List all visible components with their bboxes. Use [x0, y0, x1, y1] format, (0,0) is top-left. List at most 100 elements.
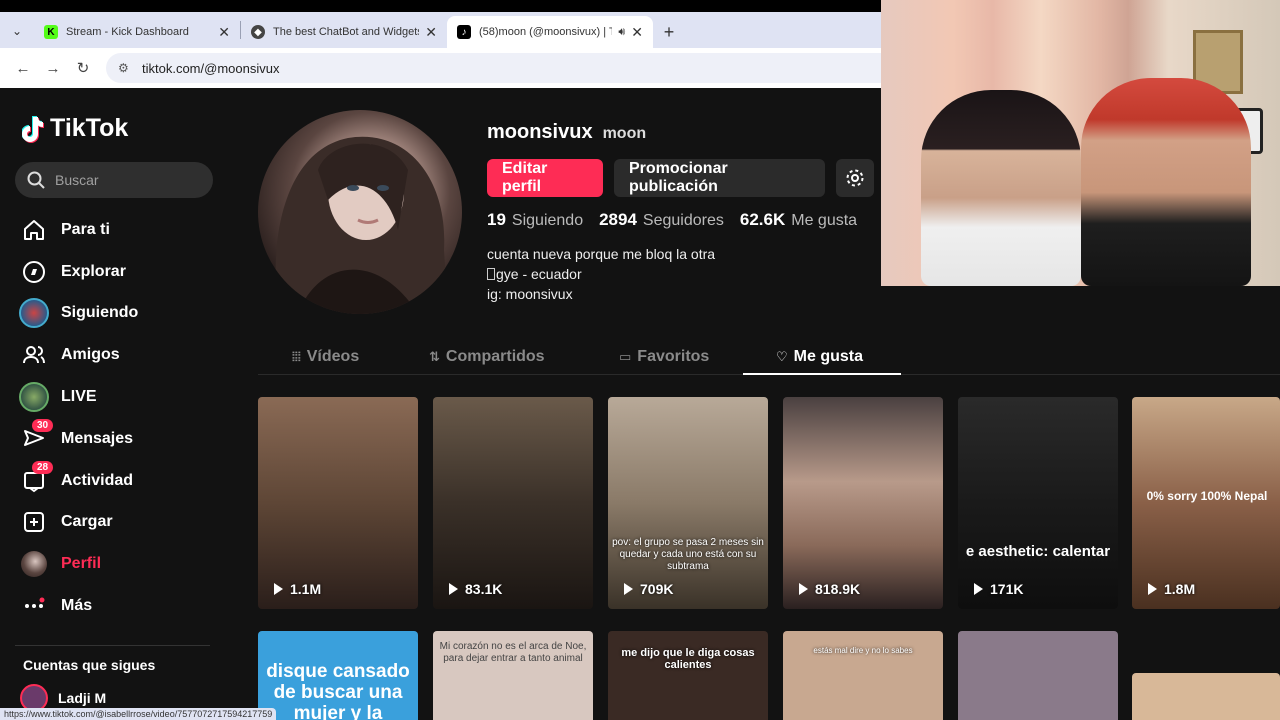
- sidebar: TikTok Para ti Explorar Siguiendo Amigos: [0, 88, 240, 720]
- back-icon[interactable]: ←: [8, 53, 38, 83]
- close-tab-icon[interactable]: ✕: [425, 24, 437, 41]
- tab-title: Stream - Kick Dashboard: [66, 26, 189, 38]
- sidebar-item-cargar[interactable]: Cargar: [18, 502, 228, 544]
- browser-tab-kick[interactable]: K Stream - Kick Dashboard ✕: [34, 16, 240, 48]
- browser-tabbar: ⌄ K Stream - Kick Dashboard ✕ ◆ The best…: [0, 12, 881, 48]
- sidebar-item-perfil[interactable]: Perfil: [18, 543, 228, 585]
- video-card[interactable]: 1.1M: [258, 397, 418, 609]
- tab-videos[interactable]: ⦙⦙⦙ Vídeos: [292, 338, 359, 375]
- kick-favicon-icon: K: [44, 25, 58, 39]
- reload-icon[interactable]: ↻: [68, 53, 98, 83]
- video-card[interactable]: estás mal dire y no lo sabes: [783, 631, 943, 720]
- tab-label: Favoritos: [637, 347, 710, 365]
- video-caption: Mi corazón no es el arca de Noe, para de…: [439, 641, 587, 664]
- link-status-bar: https://www.tiktok.com/@isabellrrose/vid…: [0, 708, 277, 720]
- paper-plane-icon: 30: [18, 418, 54, 455]
- tiktok-logo[interactable]: TikTok: [22, 114, 128, 143]
- following-accounts-title: Cuentas que sigues: [23, 657, 156, 673]
- messages-badge: 30: [32, 418, 54, 432]
- views-count: 709K: [640, 581, 674, 597]
- following-label: Siguiendo: [511, 212, 584, 229]
- close-tab-icon[interactable]: ✕: [631, 24, 643, 41]
- video-card[interactable]: e aesthetic: calentar 171K: [958, 397, 1118, 609]
- sidebar-item-mas[interactable]: Más: [18, 585, 228, 627]
- profile-avatar[interactable]: [258, 110, 462, 314]
- browser-tab-tiktok[interactable]: ♪ (58)moon (@moonsivux) | T 🔊︎ ✕: [447, 16, 653, 48]
- video-views: 818.9K: [799, 581, 860, 597]
- sidebar-item-siguiendo[interactable]: Siguiendo: [18, 293, 228, 335]
- video-caption: disque cansado de buscar una mujer y la: [266, 661, 410, 720]
- search-box[interactable]: [15, 162, 213, 198]
- following-stat[interactable]: 19 Siguiendo: [487, 210, 583, 230]
- settings-button[interactable]: [836, 159, 874, 197]
- tab-me-gusta[interactable]: ♡ Me gusta: [776, 338, 863, 375]
- repost-icon: ⇅: [429, 348, 440, 364]
- likes-stat: 62.6K Me gusta: [740, 210, 857, 230]
- play-icon: [449, 583, 458, 595]
- tab-title: The best ChatBot and Widgets f: [273, 26, 420, 38]
- url-field[interactable]: ⚙︎ tiktok.com/@moonsivux: [106, 53, 881, 83]
- video-views: 709K: [624, 581, 673, 597]
- tab-compartidos[interactable]: ⇅ Compartidos: [429, 338, 545, 375]
- close-tab-icon[interactable]: ✕: [218, 24, 230, 41]
- sidebar-item-label: Amigos: [61, 346, 120, 364]
- site-settings-icon[interactable]: ⚙︎: [118, 61, 134, 75]
- sidebar-item-para-ti[interactable]: Para ti: [18, 209, 228, 251]
- video-card[interactable]: [958, 631, 1118, 720]
- tab-search-dropdown-icon[interactable]: ⌄: [0, 14, 34, 48]
- promote-post-button[interactable]: Promocionar publicación: [614, 159, 825, 197]
- url-text: tiktok.com/@moonsivux: [142, 60, 280, 76]
- play-icon: [274, 583, 283, 595]
- video-card[interactable]: pov: el grupo se pasa 2 meses sin quedar…: [608, 397, 768, 609]
- video-caption: 0% sorry 100% Nepal: [1146, 489, 1268, 503]
- sidebar-item-mensajes[interactable]: 30 Mensajes: [18, 418, 228, 460]
- person-left: [921, 90, 1081, 286]
- views-count: 1.1M: [290, 581, 322, 597]
- video-views: 171K: [974, 581, 1023, 597]
- views-count: 83.1K: [465, 581, 503, 597]
- video-caption: pov: el grupo se pasa 2 meses sin quedar…: [612, 537, 764, 572]
- forward-icon[interactable]: →: [38, 53, 68, 83]
- missing-glyph-icon: [487, 268, 495, 280]
- video-card[interactable]: 818.9K: [783, 397, 943, 609]
- video-card[interactable]: 83.1K: [433, 397, 593, 609]
- video-card[interactable]: Mi corazón no es el arca de Noe, para de…: [433, 631, 593, 720]
- profile-actions: Editar perfil Promocionar publicación: [487, 159, 885, 197]
- following-avatar-icon: [18, 297, 50, 329]
- friends-icon: [18, 339, 50, 371]
- play-icon: [1148, 583, 1157, 595]
- grid-icon: ⦙⦙⦙: [292, 348, 301, 364]
- bio-line: gye - ecuador: [487, 264, 715, 284]
- video-card[interactable]: disque cansado de buscar una mujer y la: [258, 631, 418, 720]
- sidebar-item-live[interactable]: LIVE: [18, 376, 228, 418]
- profile-bio: cuenta nueva porque me bloq la otra gye …: [487, 244, 715, 304]
- sidebar-item-label: LIVE: [61, 388, 97, 406]
- sidebar-item-label: Siguiendo: [61, 304, 139, 322]
- video-card[interactable]: 0% sorry 100% Nepal 1.8M: [1132, 397, 1280, 609]
- logo-text: TikTok: [50, 114, 129, 142]
- profile-tabs: ⦙⦙⦙ Vídeos ⇅ Compartidos ▭ Favoritos ♡ Me gu…: [258, 338, 1280, 375]
- sidebar-item-label: Mensajes: [61, 429, 134, 447]
- edit-profile-button[interactable]: Editar perfil: [487, 159, 603, 197]
- search-input[interactable]: [55, 172, 195, 188]
- sidebar-item-label: Explorar: [61, 262, 126, 280]
- tiktok-note-icon: [22, 115, 44, 143]
- gear-icon: [846, 169, 864, 187]
- home-icon: [18, 214, 50, 246]
- video-views: 83.1K: [449, 581, 502, 597]
- more-dots-icon: [18, 590, 50, 622]
- bio-line: cuenta nueva porque me bloq la otra: [487, 246, 716, 262]
- new-tab-button[interactable]: +: [653, 16, 685, 48]
- following-account-name: Ladji M: [58, 690, 107, 706]
- browser-tab-chatbot[interactable]: ◆ The best ChatBot and Widgets f ✕: [241, 16, 447, 48]
- sidebar-item-actividad[interactable]: 28 Actividad: [18, 460, 228, 502]
- sidebar-item-amigos[interactable]: Amigos: [18, 334, 228, 376]
- video-card[interactable]: me dijo que le diga cosas calientes: [608, 631, 768, 720]
- tab-favoritos[interactable]: ▭ Favoritos: [619, 338, 709, 375]
- followers-stat[interactable]: 2894 Seguidores: [599, 210, 724, 230]
- tab-label: Compartidos: [445, 347, 545, 365]
- speaker-icon[interactable]: 🔊︎: [618, 26, 625, 39]
- plus-square-icon: [18, 506, 50, 538]
- sidebar-item-explorar[interactable]: Explorar: [18, 251, 228, 293]
- video-card[interactable]: [1132, 673, 1280, 720]
